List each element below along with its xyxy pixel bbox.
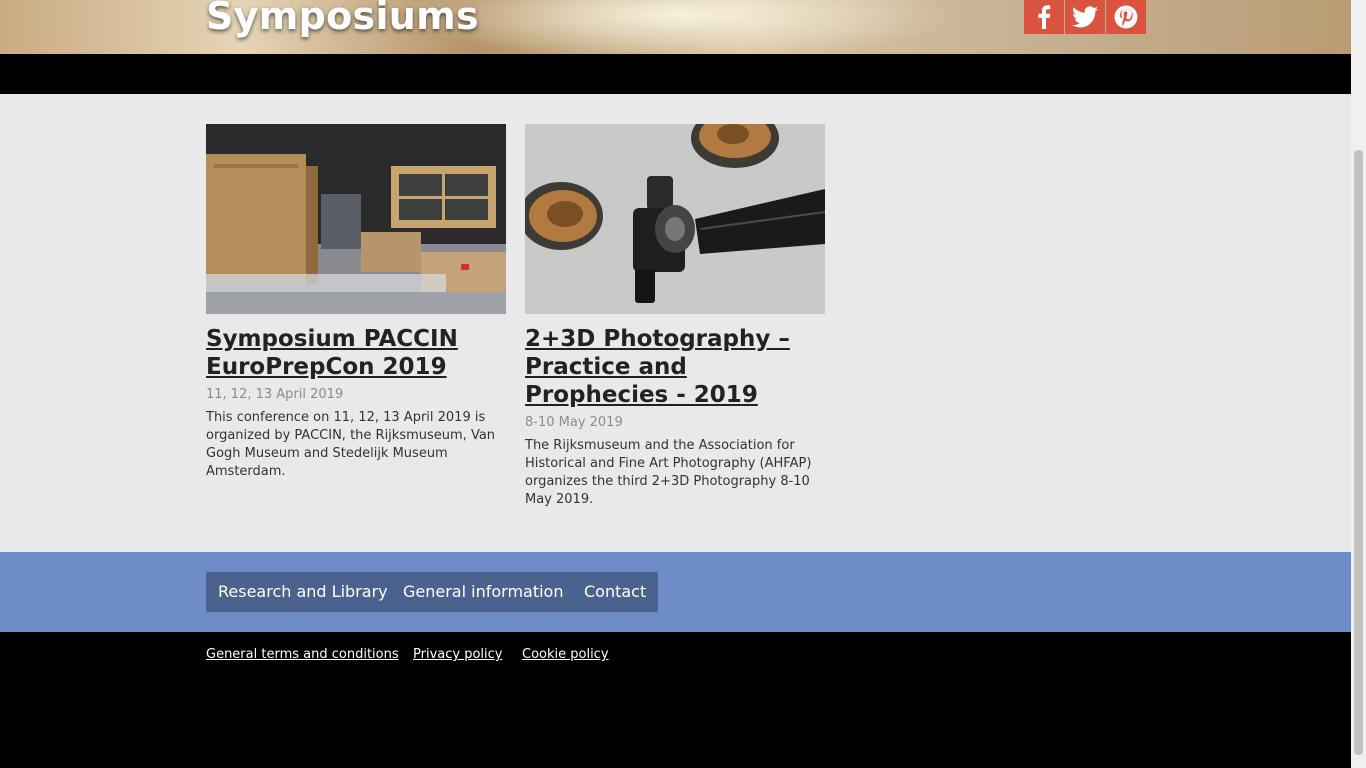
- card-image-camera[interactable]: [525, 124, 825, 314]
- scrollbar[interactable]: [1351, 0, 1366, 768]
- card-image-crates[interactable]: [206, 124, 506, 314]
- hero-banner: Symposiums: [0, 0, 1351, 54]
- page-title: Symposiums: [206, 0, 479, 38]
- card-description: The Rijksmuseum and the Association for …: [525, 438, 812, 507]
- card-title-link[interactable]: 2+3D Photography – Practice and Propheci…: [525, 325, 825, 409]
- card-title-link[interactable]: Symposium PACCIN EuroPrepCon 2019: [206, 325, 506, 381]
- card-description: This conference on 11, 12, 13 April 2019…: [206, 410, 496, 479]
- scrollbar-thumb[interactable]: [1354, 150, 1363, 755]
- twitter-icon: [1072, 6, 1098, 28]
- section-nav: Research and Library General information…: [0, 552, 1351, 632]
- footer-link-terms[interactable]: General terms and conditions: [206, 647, 399, 662]
- hero-image: [400, 0, 960, 54]
- nav-contact[interactable]: Contact: [572, 572, 659, 612]
- card-photography: 2+3D Photography – Practice and Propheci…: [525, 124, 825, 509]
- facebook-icon: [1038, 5, 1051, 29]
- footer: General terms and conditions Privacy pol…: [0, 632, 1351, 768]
- pinterest-button[interactable]: [1106, 0, 1146, 34]
- pinterest-icon: [1114, 5, 1138, 29]
- social-share: [1024, 0, 1146, 34]
- card-date: 8-10 May 2019: [525, 415, 623, 430]
- header-band: [0, 54, 1351, 94]
- nav-research-library[interactable]: Research and Library: [206, 572, 400, 612]
- card-paccin: Symposium PACCIN EuroPrepCon 2019 11, 12…: [206, 124, 506, 481]
- footer-link-cookie[interactable]: Cookie policy: [522, 647, 609, 662]
- footer-link-privacy[interactable]: Privacy policy: [413, 647, 502, 662]
- card-date: 11, 12, 13 April 2019: [206, 387, 344, 402]
- nav-general-information[interactable]: General information: [391, 572, 576, 612]
- symposium-list: Symposium PACCIN EuroPrepCon 2019 11, 12…: [0, 94, 1351, 552]
- facebook-button[interactable]: [1024, 0, 1064, 34]
- twitter-button[interactable]: [1065, 0, 1105, 34]
